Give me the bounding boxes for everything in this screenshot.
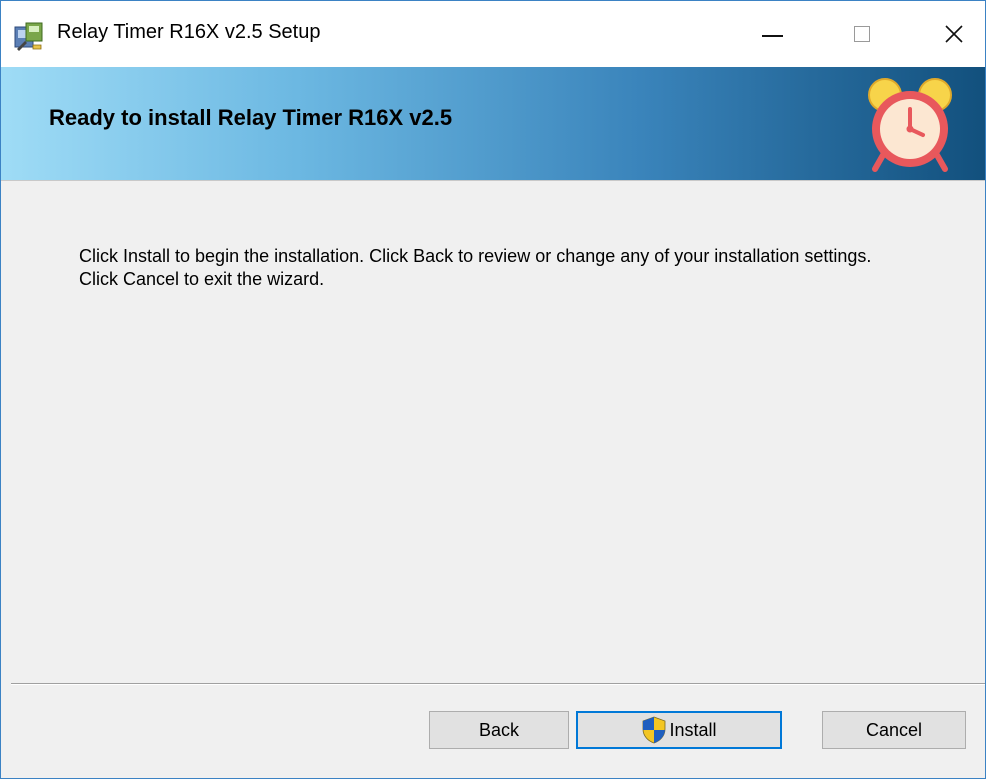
alarm-clock-icon (868, 78, 952, 172)
close-icon (945, 25, 963, 43)
window-title: Relay Timer R16X v2.5 Setup (57, 21, 321, 43)
maximize-button[interactable] (831, 1, 893, 67)
cancel-button-label: Cancel (865, 719, 923, 740)
back-button[interactable]: Back (429, 711, 569, 749)
setup-window: Relay Timer R16X v2.5 Setup Ready to ins… (0, 0, 986, 779)
cancel-button[interactable]: Cancel (822, 711, 966, 749)
uac-shield-icon (643, 716, 666, 744)
close-button[interactable] (923, 1, 985, 67)
minimize-icon (761, 35, 783, 37)
banner-title: Ready to install Relay Timer R16X v2.5 (49, 105, 453, 130)
installer-app-icon (14, 22, 43, 51)
install-button-label: Install (669, 719, 717, 740)
title-bar[interactable]: Relay Timer R16X v2.5 Setup (1, 1, 985, 67)
maximize-icon (854, 26, 870, 42)
minimize-button[interactable] (741, 1, 803, 67)
install-button[interactable]: Install (576, 711, 782, 749)
header-banner: Ready to install Relay Timer R16X v2.5 (1, 67, 985, 181)
install-instructions: Click Install to begin the installation.… (79, 246, 872, 289)
back-button-label: Back (478, 719, 520, 740)
footer-separator (11, 683, 985, 685)
